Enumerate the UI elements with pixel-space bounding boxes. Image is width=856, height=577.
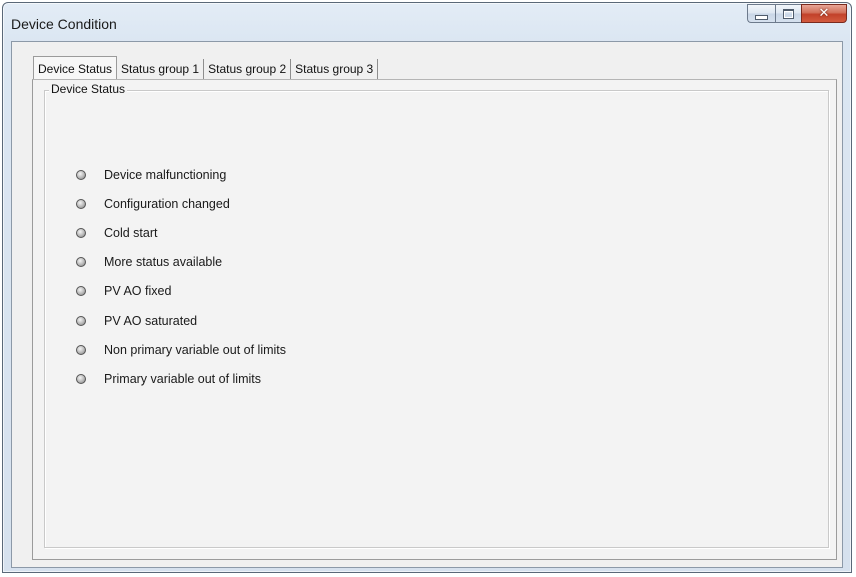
status-label: Primary variable out of limits <box>104 371 261 386</box>
status-item-cold-start: Cold start <box>76 218 286 247</box>
window-title: Device Condition <box>11 16 117 32</box>
status-indicator-icon <box>76 227 86 238</box>
window-controls: ✕ <box>747 4 847 25</box>
status-indicator-icon <box>76 373 86 384</box>
status-label: Cold start <box>104 225 158 240</box>
close-button[interactable]: ✕ <box>801 4 847 23</box>
status-label: PV AO fixed <box>104 284 172 299</box>
status-label: Configuration changed <box>104 196 230 211</box>
tab-status-group-3[interactable]: Status group 3 <box>291 59 379 80</box>
tab-status-group-2[interactable]: Status group 2 <box>204 59 292 80</box>
title-bar[interactable]: Device Condition ✕ <box>3 3 851 41</box>
status-item-configuration-changed: Configuration changed <box>76 189 286 218</box>
tab-panel-device-status: Device Status Device malfunctioning Conf… <box>32 79 837 560</box>
tab-device-status[interactable]: Device Status <box>33 56 118 80</box>
status-item-pv-ao-fixed: PV AO fixed <box>76 277 286 306</box>
status-indicator-icon <box>76 198 86 209</box>
tab-strip: Device Status Status group 1 Status grou… <box>33 56 379 80</box>
status-indicator-icon <box>76 286 86 297</box>
status-item-primary-variable-out-of-limits: Primary variable out of limits <box>76 364 286 393</box>
maximize-button[interactable] <box>775 4 801 23</box>
status-label: Device malfunctioning <box>104 167 227 182</box>
status-list: Device malfunctioning Configuration chan… <box>76 160 286 394</box>
tab-status-group-1[interactable]: Status group 1 <box>117 59 205 80</box>
status-item-non-primary-variable-out-of-limits: Non primary variable out of limits <box>76 335 286 364</box>
minimize-icon <box>755 14 768 20</box>
status-label: More status available <box>104 255 223 270</box>
maximize-icon <box>783 8 794 19</box>
dialog-client-area: Device Status Status group 1 Status grou… <box>11 41 843 568</box>
device-status-group: Device Status Device malfunctioning Conf… <box>44 82 829 548</box>
status-label: PV AO saturated <box>104 313 198 328</box>
status-item-pv-ao-saturated: PV AO saturated <box>76 306 286 335</box>
close-icon: ✕ <box>818 6 830 21</box>
device-condition-window: Device Condition ✕ Device Status Status … <box>2 2 852 573</box>
status-indicator-icon <box>76 315 86 326</box>
status-indicator-icon <box>76 169 86 180</box>
status-indicator-icon <box>76 344 86 355</box>
status-indicator-icon <box>76 257 86 268</box>
minimize-button[interactable] <box>747 4 775 23</box>
group-title: Device Status <box>49 82 128 96</box>
status-item-device-malfunctioning: Device malfunctioning <box>76 160 286 189</box>
status-item-more-status-available: More status available <box>76 248 286 277</box>
status-label: Non primary variable out of limits <box>104 342 287 357</box>
